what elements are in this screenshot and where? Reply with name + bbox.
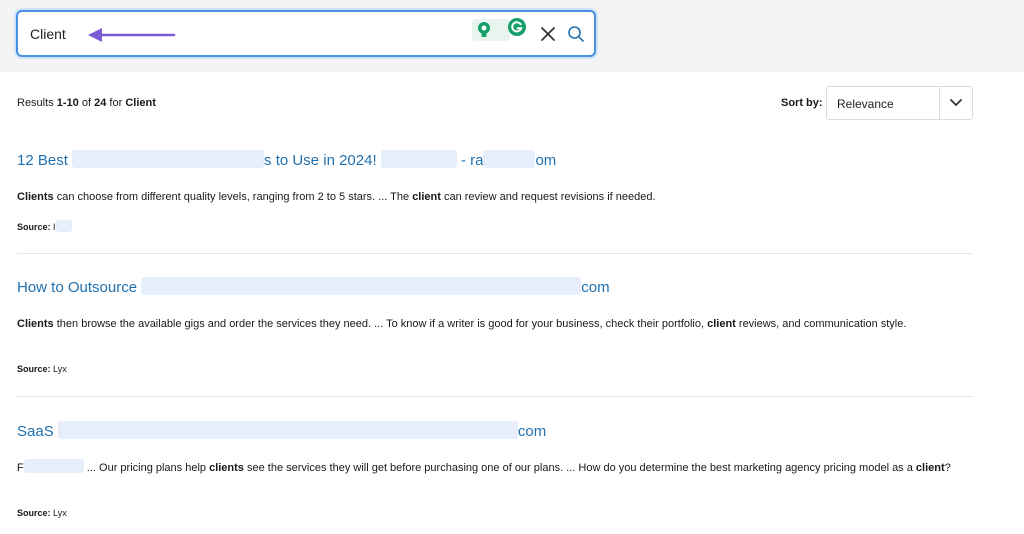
result-title-text: 12 Best [17, 152, 68, 169]
result-snippet: F ... Our pricing plans help clients see… [17, 459, 973, 477]
snippet-text: ... Our pricing plans help [83, 462, 210, 474]
extension-badge[interactable] [472, 19, 510, 41]
sort-label: Sort by: [781, 97, 823, 109]
result-item: SaaS com F ... Our pricing plans help cl… [17, 421, 973, 526]
redacted-text [23, 459, 84, 473]
source-value: Lyx [53, 508, 67, 518]
summary-total: 24 [94, 97, 107, 109]
snippet-highlight: Clients [17, 191, 54, 203]
source-value: Lyx [53, 364, 67, 374]
result-snippet: Clients can choose from different qualit… [17, 188, 973, 206]
sort-divider [939, 87, 940, 119]
snippet-text: then browse the available gigs and order… [53, 318, 708, 330]
result-item: 12 Best s to Use in 2024! - ra om Clients… [17, 150, 973, 240]
result-title-text: s to Use in 2024! [264, 152, 377, 169]
snippet-highlight: client [915, 462, 945, 474]
result-title-text: om [535, 152, 557, 169]
result-source: Source: I [17, 220, 72, 232]
result-divider [17, 396, 973, 397]
result-title-text: SaaS [17, 423, 54, 440]
chevron-down-icon[interactable] [949, 97, 963, 109]
result-snippet: Clients then browse the available gigs a… [17, 315, 973, 333]
redacted-text [380, 150, 457, 168]
summary-of: of [81, 97, 92, 109]
snippet-text: F [17, 462, 24, 474]
redacted-text [55, 220, 72, 232]
result-title-link[interactable]: 12 Best s to Use in 2024! - ra om [17, 150, 556, 169]
result-title-text: com [581, 279, 610, 296]
redacted-text [72, 150, 265, 168]
snippet-text: can choose from different quality levels… [53, 191, 413, 203]
result-source: Source: Lyx [17, 508, 67, 518]
summary-prefix: Results [17, 97, 54, 109]
source-label: Source: [17, 222, 51, 232]
snippet-text: can review and request revisions if need… [440, 191, 656, 203]
grammarly-icon[interactable] [508, 18, 526, 36]
result-title-text: com [517, 423, 547, 440]
summary-range: 1-10 [56, 97, 79, 109]
summary-query: Client [125, 97, 156, 109]
snippet-highlight: clients [209, 462, 244, 474]
result-title-text: How to Outsource [17, 279, 138, 296]
search-header [0, 0, 1024, 72]
results-summary: Results 1-10 of 24 for Client [17, 97, 156, 109]
snippet-highlight: Clients [17, 318, 54, 330]
result-source: Source: Lyx [17, 364, 67, 374]
snippet-text: ? [944, 462, 951, 474]
search-icon[interactable] [566, 24, 586, 44]
idea-bulb-icon [478, 22, 490, 37]
result-item: How to Outsource com Clients then browse… [17, 277, 973, 382]
snippet-text: see the services they will get before pu… [243, 462, 916, 474]
snippet-highlight: client [412, 191, 441, 203]
search-box[interactable] [16, 10, 596, 57]
snippet-text: reviews, and communication style. [735, 318, 907, 330]
result-title-text: - ra [460, 152, 484, 169]
source-label: Source: [17, 508, 51, 518]
redacted-text [141, 277, 582, 295]
sort-select[interactable]: Relevance [826, 86, 973, 120]
result-divider [17, 253, 973, 254]
redacted-text [57, 421, 518, 439]
redacted-text [483, 150, 536, 168]
close-icon[interactable] [538, 24, 558, 44]
result-title-link[interactable]: How to Outsource com [17, 277, 610, 296]
snippet-highlight: client [707, 318, 736, 330]
arrow-annotation-icon [88, 28, 176, 42]
sort-value: Relevance [837, 97, 894, 111]
result-title-link[interactable]: SaaS com [17, 421, 546, 440]
source-label: Source: [17, 364, 51, 374]
summary-for: for [109, 97, 123, 109]
